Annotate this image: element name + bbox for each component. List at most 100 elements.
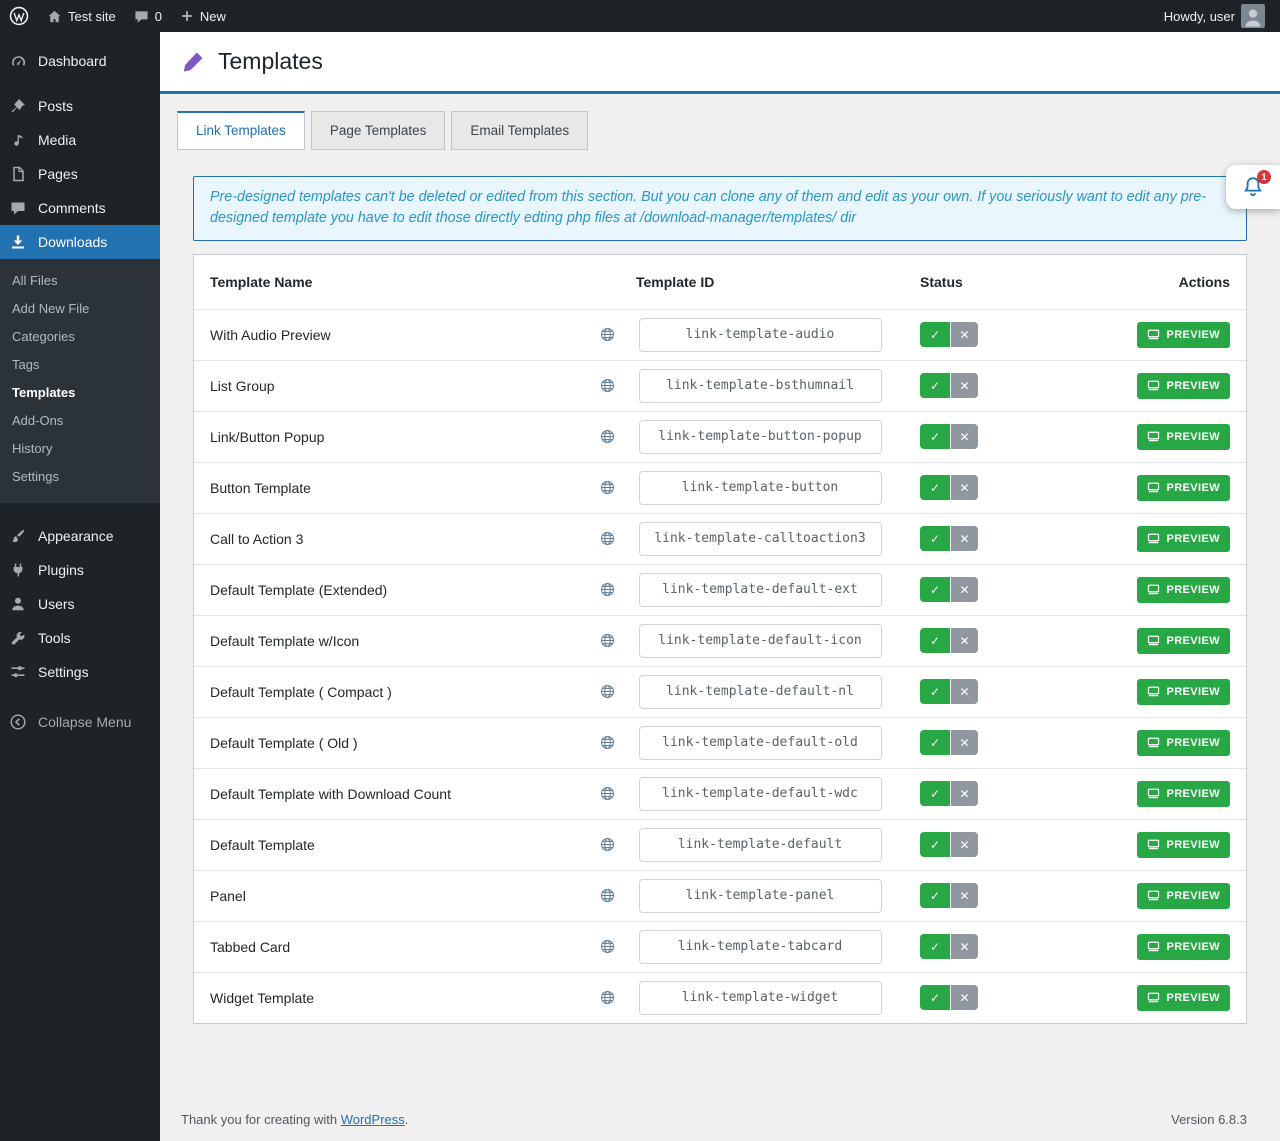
status-inactive-button[interactable]: ✕ (951, 883, 978, 908)
preview-button[interactable]: PREVIEW (1137, 781, 1230, 807)
main-content: Templates Link Templates Page Templates … (160, 32, 1280, 1141)
status-active-button[interactable]: ✓ (920, 577, 950, 602)
status-inactive-button[interactable]: ✕ (951, 577, 978, 602)
submenu-item-add-ons[interactable]: Add-Ons (0, 407, 160, 435)
submenu-item-all-files[interactable]: All Files (0, 267, 160, 295)
submenu-item-templates[interactable]: Templates (0, 379, 160, 407)
check-icon: ✓ (930, 482, 940, 494)
template-id-input[interactable] (639, 522, 882, 556)
status-active-button[interactable]: ✓ (920, 985, 950, 1010)
table-row: Panel ✓ ✕ PREVIEW (194, 870, 1246, 921)
preview-button[interactable]: PREVIEW (1137, 934, 1230, 960)
preview-button[interactable]: PREVIEW (1137, 577, 1230, 603)
preview-button[interactable]: PREVIEW (1137, 730, 1230, 756)
submenu-item-history[interactable]: History (0, 435, 160, 463)
template-id-cell (636, 981, 884, 1015)
sidebar-item-downloads[interactable]: Downloads (0, 225, 160, 259)
preview-button[interactable]: PREVIEW (1137, 373, 1230, 399)
status-active-button[interactable]: ✓ (920, 628, 950, 653)
submenu-item-tags[interactable]: Tags (0, 351, 160, 379)
sidebar-item-settings[interactable]: Settings (0, 655, 160, 689)
status-inactive-button[interactable]: ✕ (951, 730, 978, 755)
status-inactive-button[interactable]: ✕ (951, 781, 978, 806)
status-inactive-button[interactable]: ✕ (951, 322, 978, 347)
template-id-input[interactable] (639, 369, 882, 403)
template-id-input[interactable] (639, 726, 882, 760)
sidebar-item-users[interactable]: Users (0, 587, 160, 621)
template-name: Widget Template (210, 990, 578, 1006)
status-inactive-button[interactable]: ✕ (951, 424, 978, 449)
status-active-button[interactable]: ✓ (920, 475, 950, 500)
preview-button[interactable]: PREVIEW (1137, 883, 1230, 909)
submenu-item-add-new-file[interactable]: Add New File (0, 295, 160, 323)
template-id-input[interactable] (639, 675, 882, 709)
template-id-input[interactable] (639, 828, 882, 862)
status-inactive-button[interactable]: ✕ (951, 475, 978, 500)
sidebar-item-tools[interactable]: Tools (0, 621, 160, 655)
template-id-input[interactable] (639, 777, 882, 811)
my-account-link[interactable]: Howdy, user (1155, 0, 1274, 32)
status-inactive-button[interactable]: ✕ (951, 985, 978, 1010)
preview-button[interactable]: PREVIEW (1137, 679, 1230, 705)
preview-button[interactable]: PREVIEW (1137, 985, 1230, 1011)
template-id-input[interactable] (639, 420, 882, 454)
comments-shortcut[interactable]: 0 (125, 0, 171, 32)
template-id-cell (636, 471, 884, 505)
status-active-button[interactable]: ✓ (920, 832, 950, 857)
sidebar-item-appearance[interactable]: Appearance (0, 519, 160, 553)
submenu-item-settings[interactable]: Settings (0, 463, 160, 491)
template-id-input[interactable] (639, 624, 882, 658)
notification-widget[interactable]: 1 (1226, 165, 1280, 209)
status-active-button[interactable]: ✓ (920, 373, 950, 398)
preview-button[interactable]: PREVIEW (1137, 322, 1230, 348)
sidebar-item-media[interactable]: Media (0, 123, 160, 157)
template-id-input[interactable] (639, 318, 882, 352)
preview-label: PREVIEW (1166, 839, 1220, 851)
check-icon: ✓ (930, 380, 940, 392)
preview-button[interactable]: PREVIEW (1137, 424, 1230, 450)
monitor-icon (1147, 634, 1160, 647)
template-id-input[interactable] (639, 471, 882, 505)
sidebar-item-plugins[interactable]: Plugins (0, 553, 160, 587)
preview-label: PREVIEW (1166, 329, 1220, 341)
status-active-button[interactable]: ✓ (920, 883, 950, 908)
sidebar-item-comments[interactable]: Comments (0, 191, 160, 225)
status-active-button[interactable]: ✓ (920, 424, 950, 449)
status-active-button[interactable]: ✓ (920, 730, 950, 755)
wordpress-link[interactable]: WordPress (341, 1112, 405, 1127)
preview-label: PREVIEW (1166, 941, 1220, 953)
tab-page-templates[interactable]: Page Templates (311, 111, 446, 150)
wordpress-logo[interactable] (0, 0, 38, 32)
status-inactive-button[interactable]: ✕ (951, 679, 978, 704)
status-inactive-button[interactable]: ✕ (951, 628, 978, 653)
submenu-item-categories[interactable]: Categories (0, 323, 160, 351)
new-content-menu[interactable]: New (171, 0, 235, 32)
admin-sidebar: Dashboard Posts Media Pages Comments (0, 32, 160, 1141)
status-inactive-button[interactable]: ✕ (951, 526, 978, 551)
template-id-input[interactable] (639, 879, 882, 913)
table-row: Widget Template ✓ ✕ PREVIEW (194, 972, 1246, 1023)
preview-button[interactable]: PREVIEW (1137, 832, 1230, 858)
preview-button[interactable]: PREVIEW (1137, 475, 1230, 501)
status-active-button[interactable]: ✓ (920, 322, 950, 347)
status-inactive-button[interactable]: ✕ (951, 934, 978, 959)
tab-email-templates[interactable]: Email Templates (451, 111, 588, 150)
template-id-input[interactable] (639, 573, 882, 607)
site-name-link[interactable]: Test site (38, 0, 125, 32)
sidebar-item-dashboard[interactable]: Dashboard (0, 44, 160, 78)
status-active-button[interactable]: ✓ (920, 526, 950, 551)
sidebar-item-posts[interactable]: Posts (0, 89, 160, 123)
sidebar-item-collapse-menu[interactable]: Collapse Menu (0, 705, 160, 739)
template-id-input[interactable] (639, 930, 882, 964)
template-id-input[interactable] (639, 981, 882, 1015)
status-active-button[interactable]: ✓ (920, 934, 950, 959)
tab-link-templates[interactable]: Link Templates (177, 111, 305, 150)
status-active-button[interactable]: ✓ (920, 781, 950, 806)
status-inactive-button[interactable]: ✕ (951, 832, 978, 857)
template-id-cell (636, 675, 884, 709)
status-inactive-button[interactable]: ✕ (951, 373, 978, 398)
preview-button[interactable]: PREVIEW (1137, 628, 1230, 654)
status-active-button[interactable]: ✓ (920, 679, 950, 704)
preview-button[interactable]: PREVIEW (1137, 526, 1230, 552)
sidebar-item-pages[interactable]: Pages (0, 157, 160, 191)
